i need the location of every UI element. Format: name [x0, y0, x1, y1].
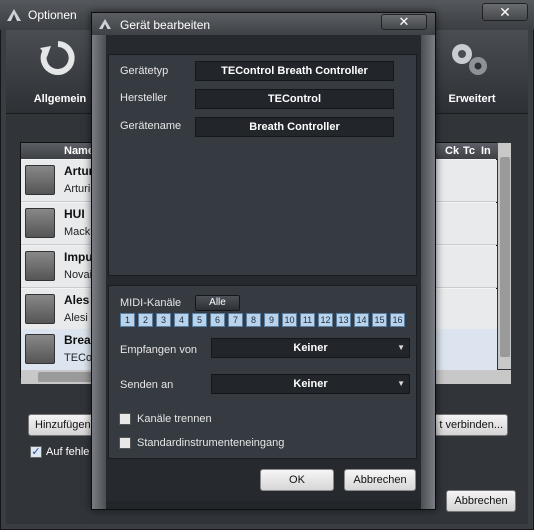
dialog-close-button[interactable]: ✕ [381, 14, 427, 30]
list-item-name: HUI [64, 207, 85, 221]
dialog-frame-right [421, 35, 435, 509]
receive-from-value: Keiner [293, 342, 328, 354]
midi-settings-panel [108, 285, 417, 459]
chevron-down-icon: ▼ [397, 379, 405, 388]
list-item-sub: Macki [64, 226, 93, 238]
dialog-title: Gerät bearbeiten [120, 18, 211, 32]
standard-input-label: Standardinstrumenteneingang [137, 437, 285, 449]
standard-input-checkbox[interactable] [119, 437, 131, 449]
column-header-name[interactable]: Name [64, 145, 94, 157]
ok-button[interactable]: OK [260, 469, 334, 491]
refresh-icon[interactable] [38, 38, 78, 78]
receive-from-dropdown[interactable]: Keiner ▼ [211, 338, 410, 358]
receive-from-label: Empfangen von [120, 344, 198, 356]
column-header-tc[interactable]: Tc [463, 145, 475, 157]
options-close-button[interactable]: ✕ [482, 3, 528, 21]
list-item-name: Impu [64, 250, 93, 264]
list-item-sub: Novai [64, 269, 93, 281]
options-cancel-button[interactable]: Abbrechen [446, 490, 516, 512]
channel-toggle-10[interactable]: 10 [282, 313, 297, 327]
horizontal-scroll-thumb[interactable] [38, 372, 98, 382]
device-type-label: Gerätetyp [120, 65, 169, 77]
auto-checkbox-label: Auf fehle [46, 446, 90, 458]
channel-toggle-11[interactable]: 11 [300, 313, 315, 327]
midi-channels-label: MIDI-Kanäle [120, 297, 182, 309]
channel-toggle-5[interactable]: 5 [192, 313, 207, 327]
manufacturer-field: TEControl [195, 89, 394, 109]
send-to-label: Senden an [120, 379, 174, 391]
connect-button[interactable]: t verbinden... [424, 414, 508, 436]
channel-toggle-7[interactable]: 7 [228, 313, 243, 327]
list-item-name: Ales [64, 293, 90, 307]
app-logo-icon [6, 8, 22, 22]
channel-toggle-3[interactable]: 3 [156, 313, 171, 327]
keyboard-warning-icon [25, 251, 55, 281]
channel-toggle-12[interactable]: 12 [318, 313, 333, 327]
app-logo-icon [98, 18, 112, 30]
device-name-label: Gerätename [120, 120, 182, 132]
tab-general[interactable]: Allgemein [20, 93, 100, 105]
send-to-value: Keiner [293, 378, 328, 390]
keyboard-icon [25, 294, 55, 324]
channel-toggle-1[interactable]: 1 [120, 313, 135, 327]
keyboard-icon [25, 334, 55, 364]
channel-toggle-14[interactable]: 14 [354, 313, 369, 327]
channel-toggle-2[interactable]: 2 [138, 313, 153, 327]
list-item-name: Artur [64, 164, 94, 178]
cancel-button[interactable]: Abbrechen [344, 469, 416, 491]
list-item-sub: Arturi [64, 183, 91, 195]
channel-toggle-13[interactable]: 13 [336, 313, 351, 327]
channel-toggle-16[interactable]: 16 [390, 313, 405, 327]
list-item-sub: Alesi [64, 312, 88, 324]
list-item-name: Brea [64, 333, 91, 347]
device-type-field: TEControl Breath Controller [195, 61, 394, 81]
column-header-in[interactable]: In [481, 145, 491, 157]
channel-toggle-15[interactable]: 15 [372, 313, 387, 327]
all-channels-button[interactable]: Alle [195, 295, 240, 311]
keyboard-icon [25, 165, 55, 195]
tab-advanced[interactable]: Erweitert [434, 93, 510, 105]
manufacturer-label: Hersteller [120, 92, 168, 104]
vertical-scroll-thumb[interactable] [500, 157, 510, 357]
split-channels-label: Kanäle trennen [137, 413, 212, 425]
channel-toggle-4[interactable]: 4 [174, 313, 189, 327]
add-button[interactable]: Hinzufügen [28, 414, 98, 436]
column-header-ck[interactable]: Ck [445, 145, 459, 157]
chevron-down-icon: ▼ [397, 343, 405, 352]
channel-toggle-9[interactable]: 9 [264, 313, 279, 327]
options-title: Optionen [28, 8, 77, 22]
channel-toggle-8[interactable]: 8 [246, 313, 261, 327]
device-name-field[interactable]: Breath Controller [195, 117, 394, 137]
gears-icon[interactable] [446, 40, 494, 80]
device-info-panel [108, 54, 417, 276]
send-to-dropdown[interactable]: Keiner ▼ [211, 374, 410, 394]
list-item-sub: TECo [64, 352, 93, 364]
fader-icon [25, 208, 55, 238]
dialog-frame-left [92, 35, 106, 509]
auto-checkbox[interactable]: ✓ [30, 446, 42, 458]
channel-toggle-6[interactable]: 6 [210, 313, 225, 327]
split-channels-checkbox[interactable] [119, 413, 131, 425]
